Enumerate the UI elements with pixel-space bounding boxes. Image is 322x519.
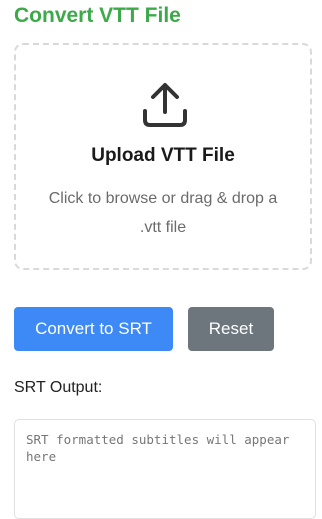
upload-icon — [141, 81, 189, 131]
upload-dropzone[interactable]: Upload VTT File Click to browse or drag … — [14, 43, 312, 270]
srt-output-label: SRT Output: — [14, 379, 103, 396]
upload-hint: Click to browse or drag & drop a .vtt fi… — [48, 190, 278, 236]
convert-to-srt-button[interactable]: Convert to SRT — [14, 307, 173, 351]
page-title: Convert VTT File — [14, 4, 181, 27]
reset-button[interactable]: Reset — [188, 307, 274, 351]
srt-output-textarea[interactable] — [14, 419, 316, 519]
upload-title: Upload VTT File — [91, 145, 235, 166]
